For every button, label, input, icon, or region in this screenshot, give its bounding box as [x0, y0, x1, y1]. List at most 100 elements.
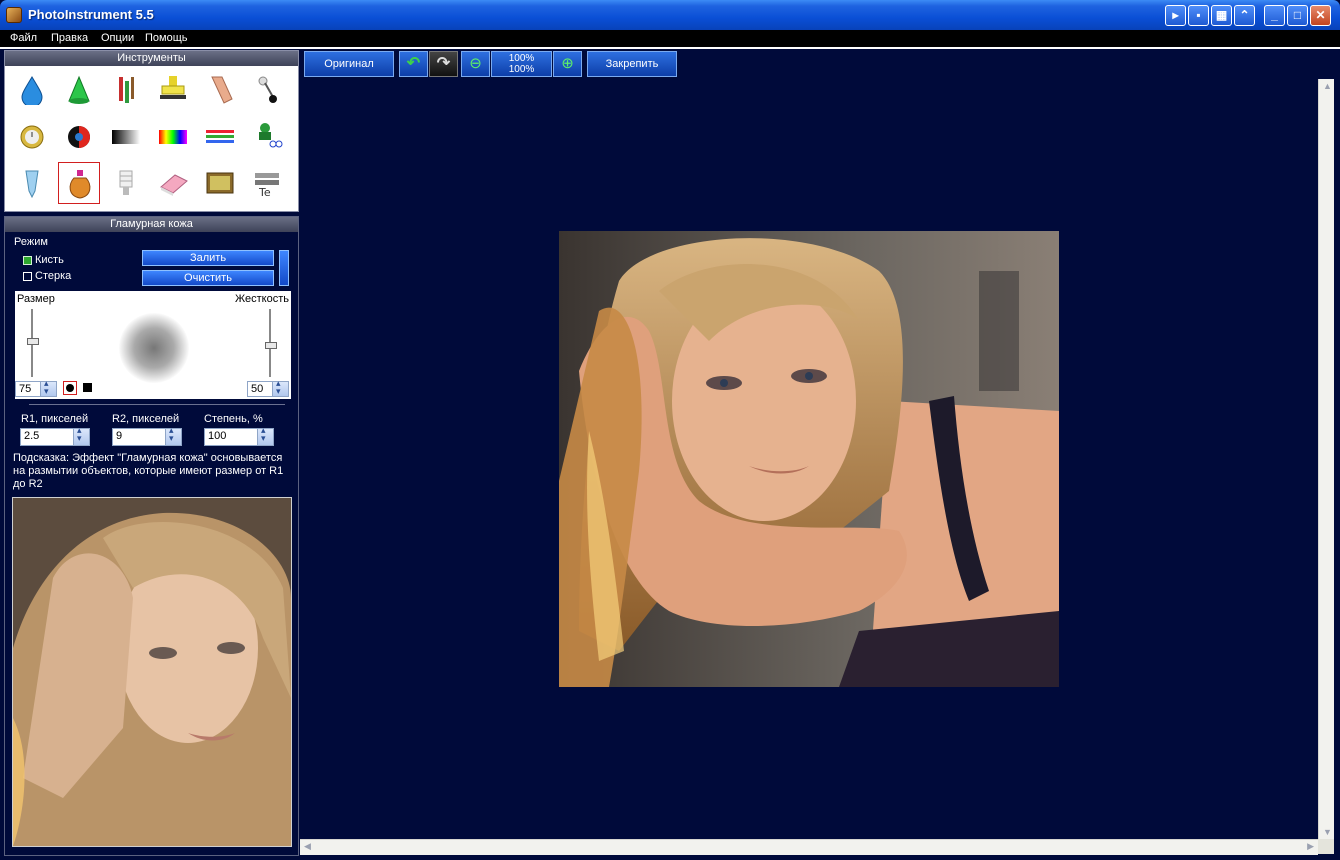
- tools-panel-title: Инструменты: [5, 51, 298, 66]
- app-icon: [6, 7, 22, 23]
- glamour-skin-panel: Гламурная кожа Режим Кисть Стерка Залить…: [4, 216, 299, 856]
- maximize-button[interactable]: □: [1287, 5, 1308, 26]
- zoom-bottom-label: 100%: [508, 64, 535, 75]
- window-title: PhotoInstrument 5.5: [28, 7, 154, 22]
- hardness-spinner[interactable]: 50: [247, 378, 289, 397]
- tool-finger-smudge[interactable]: [199, 68, 241, 110]
- redo-icon: ↷: [436, 55, 451, 72]
- r1-value: 2.5: [24, 430, 40, 442]
- lamp-icon: [119, 170, 133, 195]
- pipette-icon: [25, 170, 39, 199]
- brush-settings-box: Размер Жесткость 75 50: [15, 291, 291, 399]
- r2-spinner[interactable]: 9: [112, 425, 182, 446]
- tool-pin[interactable]: [246, 68, 288, 110]
- zoom-in-icon: ⊕: [561, 55, 574, 72]
- tool-eye[interactable]: [58, 115, 100, 157]
- tool-eraser[interactable]: [152, 162, 194, 204]
- image-canvas-area[interactable]: [300, 79, 1318, 839]
- original-button[interactable]: Оригинал: [304, 51, 394, 77]
- menu-bar: Файл Правка Опции Помощь: [0, 30, 1340, 48]
- degree-label: Степень, %: [204, 413, 263, 425]
- menu-edit[interactable]: Правка: [51, 32, 88, 44]
- window-extra-button[interactable]: ▸: [1165, 5, 1186, 26]
- svg-text:Te: Te: [258, 186, 271, 199]
- clock-icon: [20, 125, 44, 149]
- window-extra3-button[interactable]: ▦: [1211, 5, 1232, 26]
- text-layers-icon: Te: [255, 173, 279, 199]
- tool-stamp[interactable]: [152, 68, 194, 110]
- size-value: 75: [19, 383, 32, 395]
- water-drop-icon: [21, 76, 43, 105]
- pin-button[interactable]: Закрепить: [587, 51, 677, 77]
- brush-options-scroll[interactable]: [279, 250, 289, 286]
- r1-spinner[interactable]: 2.5: [20, 425, 90, 446]
- tool-paint-brushes[interactable]: [105, 68, 147, 110]
- hardness-slider-handle[interactable]: [265, 342, 277, 349]
- rollup-button[interactable]: ⌃: [1234, 5, 1255, 26]
- undo-icon: ↶: [406, 55, 421, 72]
- mode-label: Режим: [14, 236, 48, 248]
- tool-lamp[interactable]: [105, 162, 147, 204]
- tools-panel: Инструменты Te: [4, 50, 299, 212]
- menu-options[interactable]: Опции: [101, 32, 134, 44]
- clone-scissors-icon: [259, 123, 283, 148]
- tool-lines[interactable]: [199, 115, 241, 157]
- lines-icon: [206, 130, 234, 143]
- degree-spinner[interactable]: 100: [204, 425, 274, 446]
- r2-label: R2, пикселей: [112, 413, 180, 425]
- r2-value: 9: [116, 430, 123, 442]
- size-spinner[interactable]: 75: [15, 378, 57, 397]
- preview-image: [12, 497, 292, 847]
- paint-brushes-icon: [119, 77, 134, 103]
- menu-file[interactable]: Файл: [10, 32, 37, 44]
- eye-icon: [68, 126, 90, 148]
- tool-green-cone[interactable]: [58, 68, 100, 110]
- zoom-out-button[interactable]: ⊖: [461, 51, 490, 77]
- window-extra2-button[interactable]: ▪: [1188, 5, 1209, 26]
- tool-glamour-bottle[interactable]: [58, 162, 100, 204]
- clear-button[interactable]: Очистить: [142, 270, 274, 286]
- hint-text: Подсказка: Эффект "Гламурная кожа" основ…: [13, 452, 284, 490]
- tv-icon: [206, 172, 234, 194]
- tool-rainbow[interactable]: [152, 115, 194, 157]
- rainbow-icon: [159, 130, 187, 144]
- horizontal-scrollbar[interactable]: ◀ ▶: [300, 839, 1318, 855]
- zoom-top-label: 100%: [508, 53, 535, 64]
- finger-smudge-icon: [211, 76, 233, 104]
- redo-button[interactable]: ↷: [429, 51, 458, 77]
- menu-help[interactable]: Помощь: [145, 32, 188, 44]
- stamp-icon: [160, 76, 186, 99]
- close-button[interactable]: ✕: [1310, 5, 1331, 26]
- undo-button[interactable]: ↶: [399, 51, 428, 77]
- scroll-corner: [1318, 839, 1334, 854]
- minimize-button[interactable]: _: [1264, 5, 1285, 26]
- gradient-icon: [112, 130, 140, 144]
- zoom-100-button[interactable]: 100% 100%: [491, 51, 552, 77]
- brush-preview: [119, 313, 189, 383]
- fill-button[interactable]: Залить: [142, 250, 274, 266]
- image-toolbar: Оригинал ↶ ↷ ⊖ 100% 100% ⊕ Закрепить: [300, 49, 1340, 79]
- eraser-icon: [160, 174, 188, 196]
- tool-water-drop[interactable]: [11, 68, 53, 110]
- tool-clock[interactable]: [11, 115, 53, 157]
- tool-tv[interactable]: [199, 162, 241, 204]
- zoom-in-button[interactable]: ⊕: [553, 51, 582, 77]
- size-slider-handle[interactable]: [27, 338, 39, 345]
- round-brush-button[interactable]: [63, 381, 77, 395]
- main-image[interactable]: [559, 231, 1059, 687]
- size-label: Размер: [17, 293, 55, 305]
- tool-gradient[interactable]: [105, 115, 147, 157]
- brush-checkbox[interactable]: [23, 256, 32, 265]
- degree-value: 100: [208, 430, 227, 442]
- square-brush-icon[interactable]: [83, 383, 92, 392]
- vertical-scrollbar[interactable]: ▲ ▼: [1318, 79, 1334, 839]
- main-portrait: [559, 231, 1059, 687]
- eraser-checkbox[interactable]: [23, 272, 32, 281]
- tool-clone-scissors[interactable]: [246, 115, 288, 157]
- preview-portrait: [13, 498, 291, 846]
- tool-pipette[interactable]: [11, 162, 53, 204]
- round-brush-icon: [66, 384, 74, 392]
- divider: [29, 404, 285, 405]
- tool-text-layers[interactable]: Te: [246, 162, 288, 204]
- hardness-value: 50: [251, 383, 264, 395]
